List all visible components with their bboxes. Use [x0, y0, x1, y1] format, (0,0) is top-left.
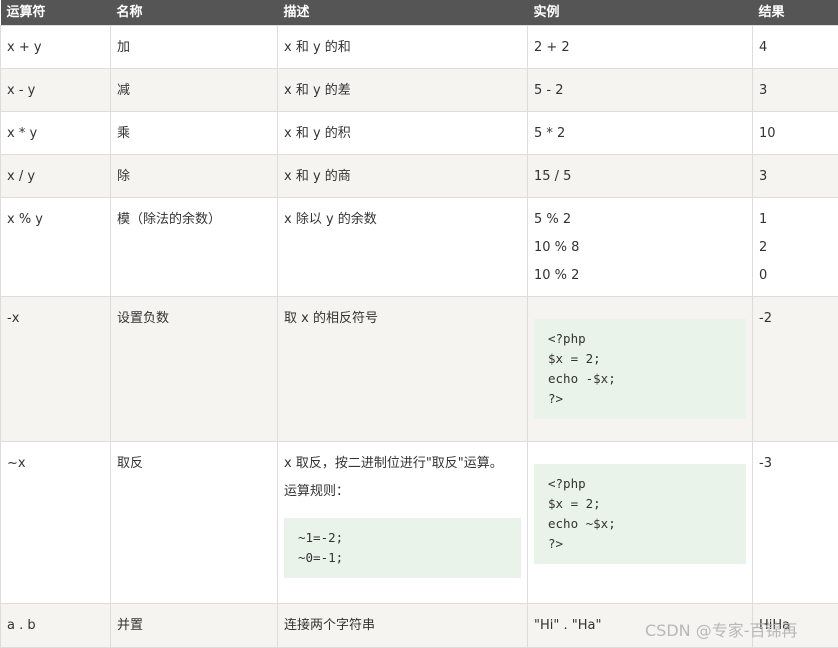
result-cell: 3: [752, 68, 838, 112]
example-cell: 15 / 5: [527, 154, 753, 198]
example-line: 10 % 2: [534, 268, 580, 283]
example-cell: <?php $x = 2; echo -$x; ?>: [527, 296, 753, 442]
operator-cell: -x: [0, 296, 111, 442]
result-cell: 3: [752, 154, 838, 198]
example-cell: 5 % 2 10 % 8 10 % 2: [527, 197, 753, 297]
operator-cell: x * y: [0, 111, 111, 155]
description-cell: x 和 y 的商: [277, 154, 528, 198]
code-line: <?php: [548, 476, 586, 491]
name-cell: 并置: [110, 603, 278, 648]
code-line: <?php: [548, 331, 586, 346]
result-cell: -3: [752, 441, 838, 604]
operator-cell: x / y: [0, 154, 111, 198]
name-cell: 除: [110, 154, 278, 198]
description-line: 运算规则：: [284, 484, 350, 499]
example-cell: 2 + 2: [527, 25, 753, 69]
operator-cell: a . b: [0, 603, 111, 648]
example-cell: 5 - 2: [527, 68, 753, 112]
code-block: ~1=-2; ~0=-1;: [284, 518, 521, 578]
example-line: 10 % 8: [534, 240, 580, 255]
table-row: -x 设置负数 取 x 的相反符号 <?php $x = 2; echo -$x;?…: [0, 296, 838, 442]
example-line: 5 % 2: [534, 212, 572, 227]
name-cell: 减: [110, 68, 278, 112]
table-row: x / y 除 x 和 y 的商 15 / 5 3: [0, 154, 838, 198]
name-cell: 设置负数: [110, 296, 278, 442]
table-header-row: 运算符 名称 描述 实例 结果: [0, 0, 838, 26]
table-row: x + y 加 x 和 y 的和 2 + 2 4: [0, 25, 838, 69]
operator-cell: x - y: [0, 68, 111, 112]
description-cell: x 取反，按二进制位进行"取反"运算。 运算规则： ~1=-2; ~0=-1;: [277, 441, 528, 604]
code-line: ?>: [548, 536, 564, 551]
name-cell: 模（除法的余数）: [110, 197, 278, 297]
operator-cell: ~x: [0, 441, 111, 604]
code-line: $x = 2;: [548, 351, 601, 366]
header-example: 实例: [527, 0, 753, 26]
description-cell: x 和 y 的和: [277, 25, 528, 69]
description-cell: x 和 y 的差: [277, 68, 528, 112]
description-line: x 取反，按二进制位进行"取反"运算。: [284, 456, 503, 471]
result-line: 0: [759, 268, 768, 283]
code-line: ~0=-1;: [298, 550, 344, 565]
code-line: echo -$x;: [548, 371, 616, 386]
name-cell: 乘: [110, 111, 278, 155]
code-line: ~1=-2;: [298, 530, 344, 545]
table-row: ~x 取反 x 取反，按二进制位进行"取反"运算。 运算规则： ~1=-2; ~0…: [0, 441, 838, 604]
code-line: ?>: [548, 391, 564, 406]
description-cell: 连接两个字符串: [277, 603, 528, 648]
table-row: x * y 乘 x 和 y 的积 5 * 2 10: [0, 111, 838, 155]
table-row: x - y 减 x 和 y 的差 5 - 2 3: [0, 68, 838, 112]
description-cell: x 和 y 的积: [277, 111, 528, 155]
description-cell: 取 x 的相反符号: [277, 296, 528, 442]
operator-cell: x % y: [0, 197, 111, 297]
result-cell: 4: [752, 25, 838, 69]
header-result: 结果: [752, 0, 838, 26]
result-line: 2: [759, 240, 768, 255]
description-cell: x 除以 y 的余数: [277, 197, 528, 297]
header-description: 描述: [277, 0, 528, 26]
result-cell: -2: [752, 296, 838, 442]
operators-table: 运算符 名称 描述 实例 结果 x + y 加 x 和 y 的和 2 + 2 4…: [0, 0, 838, 648]
code-line: $x = 2;: [548, 496, 601, 511]
code-block: <?php $x = 2; echo ~$x; ?>: [534, 464, 746, 564]
operator-cell: x + y: [0, 25, 111, 69]
name-cell: 加: [110, 25, 278, 69]
result-cell: 1 2 0: [752, 197, 838, 297]
header-name: 名称: [110, 0, 278, 26]
example-cell: 5 * 2: [527, 111, 753, 155]
result-cell: 10: [752, 111, 838, 155]
name-cell: 取反: [110, 441, 278, 604]
header-operator: 运算符: [0, 0, 111, 26]
result-line: 1: [759, 212, 768, 227]
code-line: echo ~$x;: [548, 516, 616, 531]
example-cell: <?php $x = 2; echo ~$x; ?>: [527, 441, 753, 604]
table-row: x % y 模（除法的余数） x 除以 y 的余数 5 % 2 10 % 8 1…: [0, 197, 838, 297]
watermark: CSDN @专家-百锦再: [645, 621, 798, 640]
code-block: <?php $x = 2; echo -$x; ?>: [534, 319, 746, 419]
